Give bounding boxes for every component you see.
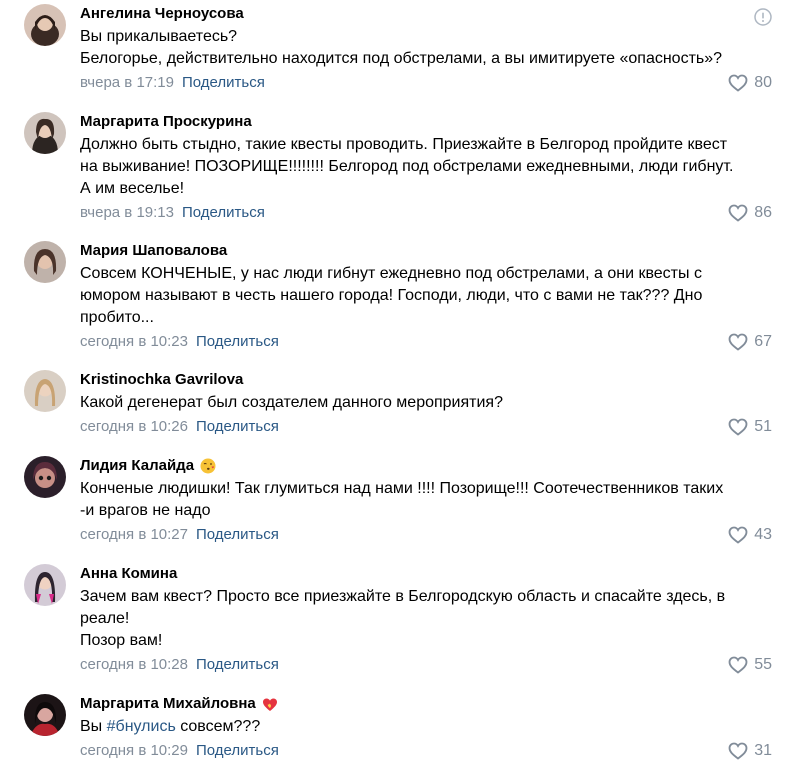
heart-icon: [728, 333, 748, 351]
avatar[interactable]: [24, 370, 66, 412]
author-name[interactable]: Мария Шаповалова: [80, 241, 772, 261]
heart-icon: [728, 204, 748, 222]
comment-meta: сегодня в 10:23 Поделиться 67: [80, 332, 772, 352]
like-button[interactable]: 67: [728, 332, 772, 352]
comment-body: Мария Шаповалова Совсем КОНЧЕНЫЕ, у нас …: [80, 241, 772, 352]
like-count: 80: [754, 74, 772, 91]
like-button[interactable]: 55: [728, 655, 772, 675]
comment-meta: вчера в 19:13 Поделиться 86: [80, 203, 772, 223]
share-link[interactable]: Поделиться: [196, 742, 279, 759]
heart-icon: [728, 742, 748, 760]
comment-text: Какой дегенерат был создателем данного м…: [80, 394, 503, 411]
heart-icon: [728, 418, 748, 436]
comment-text: Конченые людишки! Так глумиться над нами…: [80, 480, 724, 519]
comment-meta: сегодня в 10:28 Поделиться 55: [80, 655, 772, 675]
comment-meta: сегодня в 10:27 Поделиться 43: [80, 525, 772, 545]
author-name[interactable]: Лидия Калайда: [80, 456, 772, 476]
author-name[interactable]: Анна Комина: [80, 564, 772, 584]
share-link[interactable]: Поделиться: [196, 418, 279, 435]
share-link[interactable]: Поделиться: [182, 204, 265, 221]
comment-text: Вы #бнулись совсем???: [80, 718, 261, 735]
comment-body: Маргарита Михайловна Вы #бнулись совсем?…: [80, 694, 772, 761]
share-link[interactable]: Поделиться: [196, 656, 279, 673]
heart-fire-emoji-icon: [262, 698, 277, 711]
share-link[interactable]: Поделиться: [196, 333, 279, 350]
like-count: 67: [754, 333, 772, 350]
avatar[interactable]: [24, 456, 66, 498]
comment-text: Зачем вам квест? Просто все приезжайте в…: [80, 588, 726, 649]
comment-body: Kristinochka Gavrilova Какой дегенерат б…: [80, 370, 772, 437]
like-count: 43: [754, 526, 772, 543]
avatar[interactable]: [24, 564, 66, 606]
comments-list: Ангелина Черноусова Вы прикалываетесь? Бе…: [0, 0, 800, 764]
comment-meta: сегодня в 10:29 Поделиться 31: [80, 741, 772, 761]
kiss-emoji-icon: [200, 458, 216, 474]
like-button[interactable]: 80: [728, 73, 772, 93]
like-button[interactable]: 86: [728, 203, 772, 223]
author-name[interactable]: Kristinochka Gavrilova: [80, 370, 772, 390]
like-count: 51: [754, 418, 772, 435]
comment-body: Маргарита Проскурина Должно быть стыдно,…: [80, 112, 772, 223]
avatar[interactable]: [24, 241, 66, 283]
comment-body: Лидия Калайда Конченые людишки! Так глум…: [80, 456, 772, 545]
hashtag-link[interactable]: #бнулись: [107, 718, 176, 735]
comment-time[interactable]: сегодня в 10:26: [80, 418, 188, 435]
like-button[interactable]: 51: [728, 417, 772, 437]
comment-time[interactable]: сегодня в 10:27: [80, 526, 188, 543]
comment-meta: вчера в 17:19 Поделиться 80: [80, 73, 772, 93]
like-count: 55: [754, 656, 772, 673]
share-link[interactable]: Поделиться: [182, 74, 265, 91]
comment-time[interactable]: сегодня в 10:28: [80, 656, 188, 673]
avatar[interactable]: [24, 694, 66, 736]
comment-body: Ангелина Черноусова Вы прикалываетесь? Бе…: [80, 4, 772, 93]
comment-text: Вы прикалываетесь? Белогорье, действитель…: [80, 28, 723, 67]
comment-time[interactable]: сегодня в 10:29: [80, 742, 188, 759]
comment-meta: сегодня в 10:26 Поделиться 51: [80, 417, 772, 437]
like-button[interactable]: 31: [728, 741, 772, 761]
comment-text: Должно быть стыдно, такие квесты проводи…: [80, 136, 734, 197]
like-button[interactable]: 43: [728, 525, 772, 545]
author-name[interactable]: Ангелина Черноусова: [80, 4, 772, 24]
comment-body: Анна Комина Зачем вам квест? Просто все …: [80, 564, 772, 675]
report-icon[interactable]: [754, 8, 772, 26]
comment-time[interactable]: сегодня в 10:23: [80, 333, 188, 350]
comment-time[interactable]: вчера в 17:19: [80, 74, 174, 91]
heart-icon: [728, 526, 748, 544]
comment-text: Совсем КОНЧЕНЫЕ, у нас люди гибнут ежедн…: [80, 265, 703, 326]
avatar[interactable]: [24, 4, 66, 46]
author-name[interactable]: Маргарита Михайловна: [80, 694, 772, 714]
avatar[interactable]: [24, 112, 66, 154]
heart-icon: [728, 656, 748, 674]
like-count: 86: [754, 204, 772, 221]
like-count: 31: [754, 742, 772, 759]
heart-icon: [728, 74, 748, 92]
comment-time[interactable]: вчера в 19:13: [80, 204, 174, 221]
share-link[interactable]: Поделиться: [196, 526, 279, 543]
author-name[interactable]: Маргарита Проскурина: [80, 112, 772, 132]
